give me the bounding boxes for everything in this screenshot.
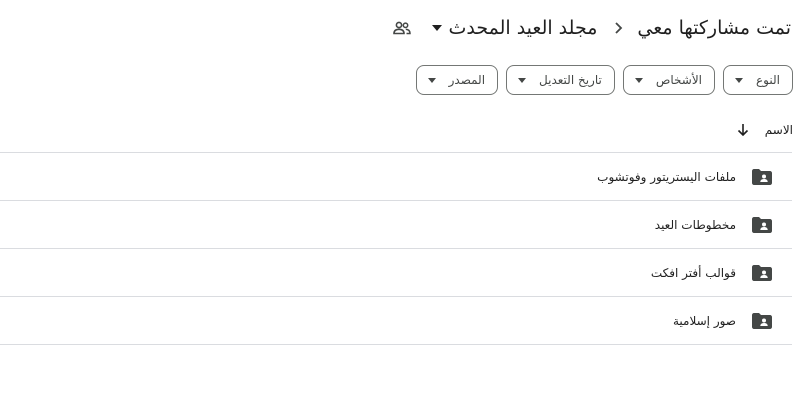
caret-down-icon: [734, 75, 744, 85]
name-column-label: الاسم: [764, 123, 793, 137]
breadcrumb-current-folder[interactable]: مجلد العيد المحدث: [424, 13, 603, 43]
shared-folder-icon: [750, 309, 774, 333]
filter-modified-label: تاريخ التعديل: [539, 73, 602, 87]
filter-bar: النوع الأشخاص تاريخ التعديل المصدر: [415, 65, 793, 95]
file-list: ملفات اليستريتور وفوتشوب مخطوطات العيد ق…: [0, 152, 792, 345]
shared-people-icon[interactable]: [390, 16, 414, 40]
shared-folder-icon: [750, 213, 774, 237]
list-item[interactable]: مخطوطات العيد: [0, 200, 792, 248]
file-name: قوالب أفتر افكت: [650, 265, 736, 280]
shared-folder-icon: [750, 261, 774, 285]
list-item[interactable]: ملفات اليستريتور وفوتشوب: [0, 152, 792, 200]
name-column-header[interactable]: الاسم: [731, 118, 793, 142]
filter-people-label: الأشخاص: [655, 73, 703, 87]
current-folder-title: مجلد العيد المحدث: [448, 17, 598, 39]
breadcrumb: تمت مشاركتها معي مجلد العيد المحدث: [390, 10, 795, 46]
breadcrumb-shared-with-me[interactable]: تمت مشاركتها معي: [633, 13, 795, 43]
list-item[interactable]: صور إسلامية: [0, 296, 792, 345]
caret-down-icon: [634, 75, 644, 85]
caret-down-icon: [427, 75, 437, 85]
shared-folder-icon: [750, 165, 774, 189]
filter-modified-chip[interactable]: تاريخ التعديل: [506, 65, 615, 95]
file-name: ملفات اليستريتور وفوتشوب: [597, 169, 736, 184]
filter-people-chip[interactable]: الأشخاص: [622, 65, 716, 95]
list-item[interactable]: قوالب أفتر افكت: [0, 248, 792, 296]
drive-shared-folder-view: تمت مشاركتها معي مجلد العيد المحدث النوع: [0, 0, 801, 419]
file-name: مخطوطات العيد: [654, 217, 736, 232]
caret-down-icon: [430, 21, 444, 35]
filter-source-label: المصدر: [448, 73, 486, 87]
chevron-left-icon: [603, 10, 633, 46]
file-name: صور إسلامية: [672, 313, 736, 328]
filter-source-chip[interactable]: المصدر: [415, 65, 499, 95]
filter-type-chip[interactable]: النوع: [723, 65, 793, 95]
filter-type-label: النوع: [756, 73, 780, 87]
arrow-down-icon[interactable]: [731, 118, 755, 142]
caret-down-icon: [517, 75, 527, 85]
